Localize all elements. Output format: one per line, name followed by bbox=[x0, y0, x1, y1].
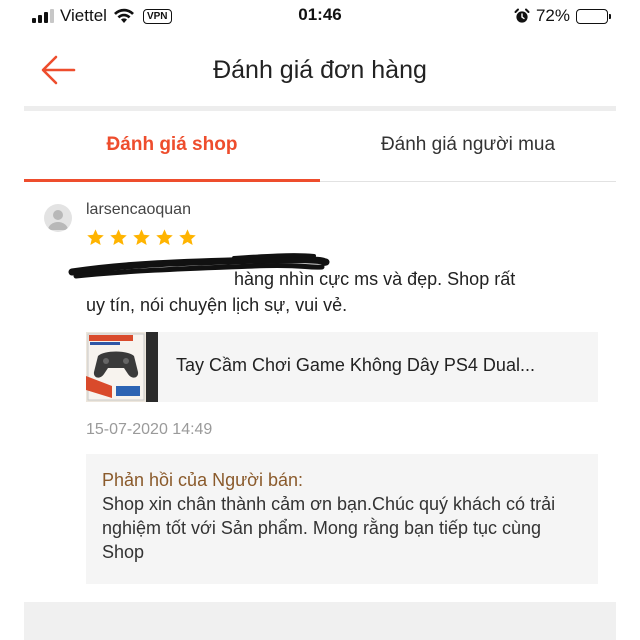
product-card[interactable]: Tay Cầm Chơi Game Không Dây PS4 Dual... bbox=[86, 332, 598, 402]
gamepad-image bbox=[86, 332, 158, 402]
reviewer-username[interactable]: larsencaoquan bbox=[86, 201, 191, 219]
seller-reply: Phản hồi của Người bán: Shop xin chân th… bbox=[86, 454, 598, 584]
battery-icon bbox=[576, 8, 611, 24]
review-text-line-2: uy tín, nói chuyện lịch sự, vui vẻ. bbox=[86, 295, 348, 315]
star-icon bbox=[110, 229, 127, 246]
status-bar: Viettel VPN 01:46 72% bbox=[0, 0, 640, 32]
product-name[interactable]: Tay Cầm Chơi Game Không Dây PS4 Dual... bbox=[176, 355, 588, 376]
user-icon bbox=[48, 210, 68, 230]
tab-bar: Đánh giá shop Đánh giá người mua bbox=[24, 112, 616, 182]
seller-reply-text: Shop xin chân thành cảm ơn bạn.Chúc quý … bbox=[102, 494, 556, 562]
battery-percent: 72% bbox=[535, 6, 570, 25]
review-timestamp: 15-07-2020 14:49 bbox=[86, 421, 213, 438]
star-icon bbox=[156, 229, 173, 246]
header: Đánh giá đơn hàng bbox=[24, 38, 616, 106]
seller-reply-title: Phản hồi của Người bán: bbox=[102, 470, 303, 490]
star-icon bbox=[179, 229, 196, 246]
star-icon bbox=[87, 229, 104, 246]
star-rating bbox=[86, 228, 197, 247]
active-tab-indicator bbox=[24, 179, 320, 182]
alarm-icon bbox=[514, 8, 530, 23]
header-divider bbox=[24, 106, 616, 111]
page-title: Đánh giá đơn hàng bbox=[213, 56, 427, 84]
next-review-divider bbox=[24, 602, 616, 640]
status-right: 72% bbox=[514, 6, 611, 26]
avatar[interactable] bbox=[44, 204, 72, 232]
review-text-line-1: hàng nhìn cực ms và đẹp. Shop rất bbox=[234, 269, 516, 289]
product-thumbnail bbox=[86, 332, 158, 402]
tab-shop-review[interactable]: Đánh giá shop bbox=[24, 112, 320, 182]
tab-buyer-review[interactable]: Đánh giá người mua bbox=[320, 112, 616, 182]
review-text: hàng nhìn cực ms và đẹp. Shop rất uy tín… bbox=[86, 266, 606, 318]
star-icon bbox=[133, 229, 150, 246]
